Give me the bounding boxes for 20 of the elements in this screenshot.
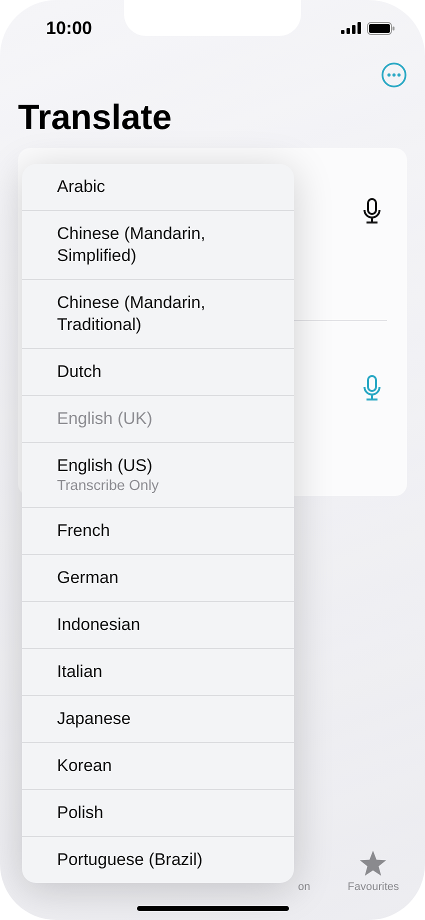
- menu-item[interactable]: Polish: [22, 790, 294, 837]
- signal-icon: [341, 22, 361, 34]
- page-title: Translate: [18, 98, 173, 138]
- menu-item[interactable]: German: [22, 555, 294, 602]
- more-button[interactable]: [381, 62, 407, 88]
- menu-item[interactable]: Arabic: [22, 164, 294, 211]
- menu-item[interactable]: French: [22, 508, 294, 555]
- status-time: 10:00: [46, 18, 92, 38]
- menu-item[interactable]: Italian: [22, 649, 294, 696]
- menu-item[interactable]: Japanese: [22, 696, 294, 743]
- microphone-icon[interactable]: [363, 198, 381, 224]
- menu-item[interactable]: Indonesian: [22, 602, 294, 649]
- menu-item[interactable]: Chinese (Mandarin, Traditional): [22, 280, 294, 349]
- menu-item[interactable]: Portuguese (Brazil): [22, 837, 294, 883]
- menu-item[interactable]: Korean: [22, 743, 294, 790]
- battery-icon: [367, 22, 395, 34]
- menu-item[interactable]: Chinese (Mandarin, Simplified): [22, 211, 294, 280]
- menu-item[interactable]: English (US) Transcribe Only: [22, 443, 294, 508]
- menu-item[interactable]: Dutch: [22, 349, 294, 396]
- star-icon: [359, 850, 388, 877]
